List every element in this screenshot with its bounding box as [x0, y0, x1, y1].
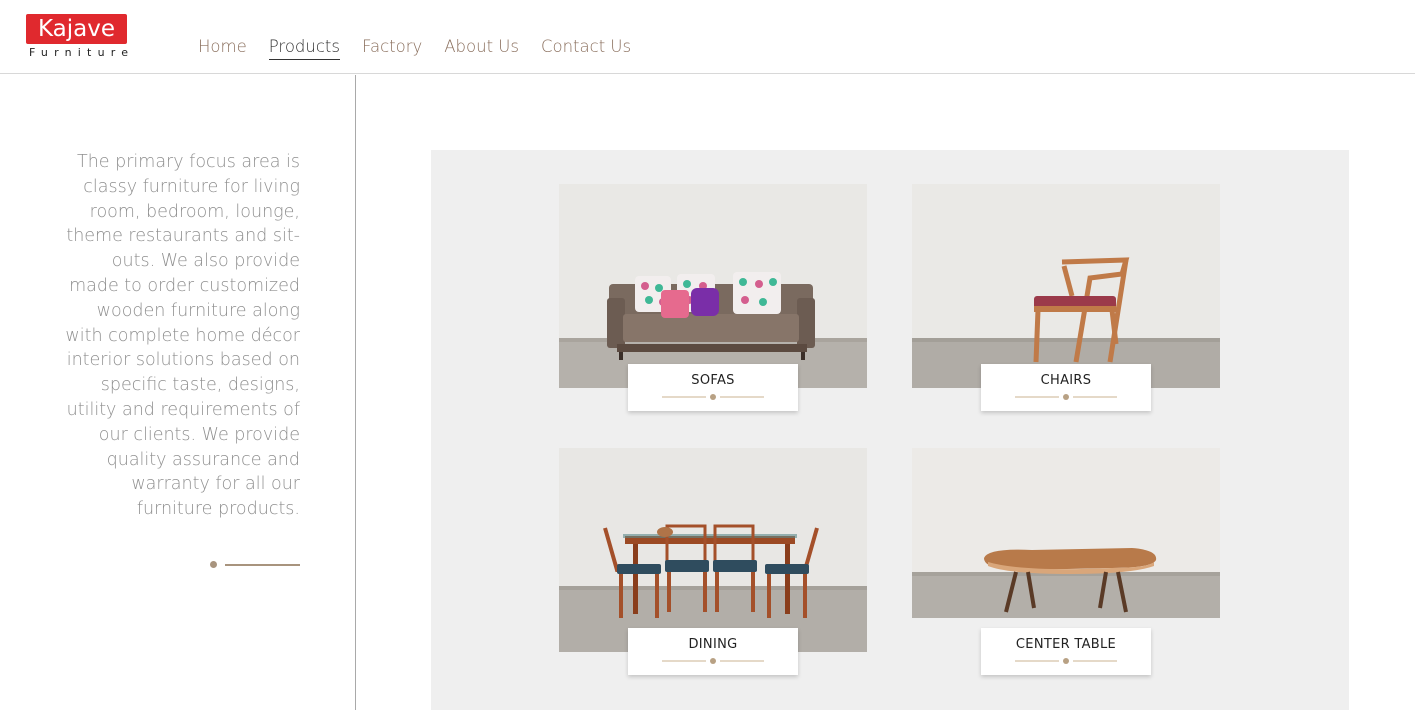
nav-products[interactable]: Products	[268, 36, 340, 60]
label-decoration	[1015, 394, 1117, 400]
intro-decoration	[210, 561, 300, 569]
products-panel: SOFAS CHAIRS DINING CENTER TABLE	[431, 150, 1349, 710]
intro-text: The primary focus area is classy furnitu…	[65, 152, 300, 520]
label-decoration	[1015, 658, 1117, 664]
deco-line	[225, 564, 300, 566]
nav-home[interactable]: Home	[198, 36, 247, 60]
label-decoration	[662, 658, 764, 664]
product-label-center-table[interactable]: CENTER TABLE	[981, 628, 1151, 675]
deco-dot	[210, 561, 217, 568]
product-label-sofas[interactable]: SOFAS	[628, 364, 798, 411]
label-decoration	[662, 394, 764, 400]
chair-image[interactable]	[912, 184, 1220, 388]
nav-factory[interactable]: Factory	[362, 36, 422, 60]
sofa-image[interactable]	[559, 184, 867, 388]
dining-set-image[interactable]	[559, 448, 867, 652]
kajave-logo[interactable]: Kajave Furniture	[26, 14, 128, 62]
nav-about-us[interactable]: About Us	[444, 36, 519, 60]
center-table-image[interactable]	[912, 448, 1220, 618]
logo-box: Kajave	[26, 14, 127, 44]
product-title: SOFAS	[691, 373, 735, 388]
nav-contact-us[interactable]: Contact Us	[541, 36, 631, 60]
logo-name: Kajave	[37, 16, 116, 42]
logo-subtitle: Furniture	[29, 46, 135, 59]
product-title: DINING	[688, 637, 738, 652]
site-header: Kajave Furniture Home Products Factory A…	[0, 0, 1415, 74]
product-title: CHAIRS	[1040, 373, 1092, 388]
product-title: CENTER TABLE	[1015, 637, 1117, 652]
product-label-chairs[interactable]: CHAIRS	[981, 364, 1151, 411]
main-nav: Home Products Factory About Us Contact U…	[198, 36, 653, 60]
product-label-dining[interactable]: DINING	[628, 628, 798, 675]
vertical-divider	[355, 75, 356, 710]
